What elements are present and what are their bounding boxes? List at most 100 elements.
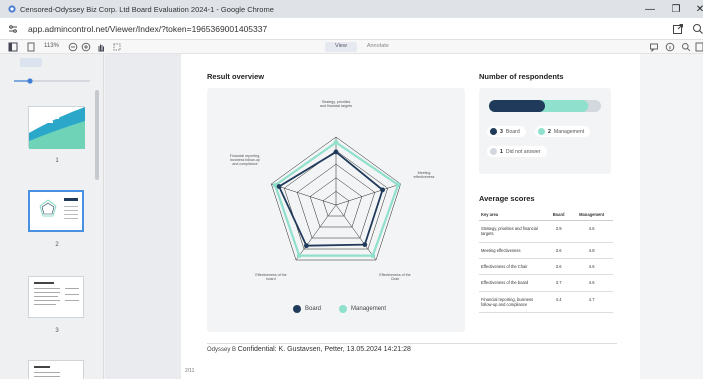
site-info-icon[interactable] bbox=[8, 24, 18, 34]
tab-view[interactable]: View bbox=[325, 42, 357, 52]
comment-icon[interactable] bbox=[649, 42, 659, 52]
axis-label-financial: Financial reporting, business follow-up … bbox=[229, 154, 261, 167]
radar-point-management bbox=[296, 253, 302, 259]
respondents-title: Number of respondents bbox=[479, 72, 564, 81]
management-dot-icon bbox=[538, 128, 545, 135]
zoom-out-icon[interactable] bbox=[68, 42, 78, 52]
table-row: Effectiveness of the Chair 3.6 4.6 bbox=[479, 258, 613, 276]
respondents-card: 3 Board 2 Management 1 Did not answer bbox=[479, 88, 611, 174]
management-label: Management bbox=[553, 128, 585, 135]
zoom-in-icon[interactable] bbox=[81, 42, 91, 52]
zoom-icon[interactable] bbox=[692, 23, 703, 35]
view-mode-switch: View Annotate bbox=[325, 42, 399, 52]
minimize-button[interactable]: — bbox=[637, 0, 663, 18]
page-number-3: 3 bbox=[55, 328, 59, 334]
overview-thumbnail-graphic bbox=[39, 198, 78, 219]
thumbnail-size-slider[interactable] bbox=[10, 78, 92, 84]
more-icon[interactable] bbox=[695, 42, 703, 52]
attachments-tab-icon[interactable] bbox=[72, 58, 94, 67]
table-row: Strategy, priorities and financial targe… bbox=[479, 220, 613, 243]
page-thumbnail-4[interactable] bbox=[28, 360, 84, 379]
board-score-cell: 3.9 bbox=[547, 220, 571, 243]
respondents-bar-board bbox=[489, 100, 545, 112]
address-bar[interactable]: app.admincontrol.net/Viewer/Index/?token… bbox=[0, 18, 703, 40]
tab-annotate[interactable]: Annotate bbox=[357, 42, 399, 52]
header-key-area: Key area bbox=[479, 209, 547, 221]
board-label: Board bbox=[505, 128, 520, 135]
key-area-cell: Financial reporting, business follow-up … bbox=[479, 291, 547, 314]
hand-tool-icon[interactable] bbox=[96, 42, 106, 52]
radar-chart-card: Strategy, priorities and financial targe… bbox=[207, 88, 465, 332]
outline-tab-icon[interactable] bbox=[46, 58, 68, 67]
maximize-button[interactable]: ❐ bbox=[663, 0, 689, 18]
respondent-pill-board: 3 Board bbox=[487, 126, 526, 137]
radar-axis-line bbox=[335, 204, 377, 261]
window-titlebar: Censored-Odyssey Biz Corp. Ltd Board Eva… bbox=[0, 0, 703, 18]
text-thumbnail-graphic-4 bbox=[34, 366, 60, 377]
chrome-app-icon bbox=[8, 5, 16, 13]
page-thumbnail-1[interactable] bbox=[28, 106, 85, 149]
table-row: Effectiveness of the board 3.7 4.6 bbox=[479, 274, 613, 292]
respondents-bar bbox=[489, 100, 601, 112]
page-thumbnail-2[interactable] bbox=[28, 190, 84, 232]
radar-point-board bbox=[362, 242, 368, 248]
board-count: 3 bbox=[500, 128, 503, 135]
footer-org: Odyssey B bbox=[207, 347, 237, 353]
axis-label-meeting: Meeting effectiveness bbox=[413, 171, 435, 180]
url-text[interactable]: app.admincontrol.net/Viewer/Index/?token… bbox=[28, 24, 267, 34]
result-overview-title: Result overview bbox=[207, 72, 265, 81]
select-tool-icon[interactable] bbox=[112, 42, 122, 52]
radar-point-board bbox=[380, 187, 385, 193]
window-title: Censored-Odyssey Biz Corp. Ltd Board Eva… bbox=[20, 4, 274, 14]
info-icon[interactable] bbox=[665, 42, 675, 52]
page-number-1: 1 bbox=[55, 158, 59, 164]
axis-label-board: Effectiveness of the board bbox=[255, 273, 287, 282]
page-footer: Odyssey B Confidential: K. Gustavsen, Pe… bbox=[207, 346, 411, 353]
header-board: Board bbox=[547, 209, 571, 221]
not-answered-label: Did not answer bbox=[505, 148, 541, 155]
confidential-watermark: Confidential: K. Gustavsen, Petter, 13.0… bbox=[237, 346, 411, 353]
management-score-cell: 4.6 bbox=[570, 258, 613, 276]
legend-management-label: Management bbox=[351, 306, 387, 312]
key-area-cell: Effectiveness of the Chair bbox=[479, 258, 547, 276]
radar-point-board bbox=[333, 149, 339, 155]
radar-axis-line bbox=[295, 204, 337, 261]
table-header-row: Key area Board Management bbox=[479, 209, 613, 221]
respondent-pill-not-answered: 1 Did not answer bbox=[487, 146, 547, 157]
management-score-cell: 4.6 bbox=[570, 274, 613, 292]
header-management: Management bbox=[570, 209, 613, 221]
search-icon[interactable] bbox=[681, 42, 691, 52]
cover-thumbnail-graphic bbox=[29, 107, 85, 149]
pdf-page: Result overview Strategy, priorities and… bbox=[181, 54, 643, 379]
key-area-cell: Strategy, priorities and financial targe… bbox=[479, 220, 547, 243]
page-number-2: 2 bbox=[55, 242, 59, 248]
radar-point-management bbox=[333, 140, 339, 145]
average-scores-table: Key area Board Management Strategy, prio… bbox=[479, 209, 613, 314]
legend-management-swatch bbox=[339, 305, 348, 313]
radar-point-board bbox=[304, 243, 309, 249]
page-icon[interactable] bbox=[26, 42, 36, 52]
pdf-toolbar: 113% View Annotate bbox=[0, 40, 703, 54]
radar-point-management bbox=[395, 182, 401, 188]
management-score-cell: 4.7 bbox=[570, 291, 613, 314]
respondent-pill-management: 2 Management bbox=[535, 126, 591, 137]
close-button[interactable]: ✕ bbox=[687, 0, 703, 18]
thumbnails-tab-icon[interactable] bbox=[20, 58, 42, 67]
board-score-cell: 4.4 bbox=[547, 291, 571, 314]
key-area-cell: Effectiveness of the board bbox=[479, 274, 547, 292]
sidebar-toggle-icon[interactable] bbox=[8, 42, 18, 52]
legend-board-swatch bbox=[293, 305, 301, 313]
management-count: 2 bbox=[548, 128, 551, 135]
page-thumbnail-3[interactable] bbox=[28, 276, 84, 318]
table-row: Financial reporting, business follow-up … bbox=[479, 291, 613, 314]
table-row: Meeting effectiveness 3.6 4.8 bbox=[479, 242, 613, 259]
open-in-window-icon[interactable] bbox=[672, 23, 684, 35]
board-score-cell: 3.7 bbox=[547, 274, 571, 292]
not-answered-count: 1 bbox=[500, 148, 503, 155]
key-area-cell: Meeting effectiveness bbox=[479, 242, 547, 259]
legend-board-label: Board bbox=[305, 306, 322, 312]
sidebar-scrollbar[interactable] bbox=[95, 90, 99, 180]
zoom-level[interactable]: 113% bbox=[44, 43, 59, 49]
radar-point-management bbox=[370, 253, 376, 259]
radar-series-board bbox=[277, 150, 384, 247]
